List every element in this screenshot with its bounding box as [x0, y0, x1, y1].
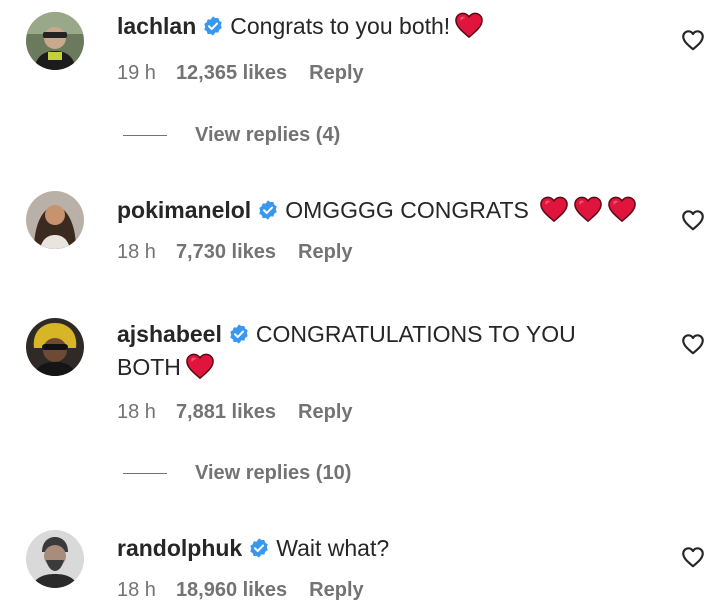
- view-replies-button[interactable]: View replies (10): [123, 462, 351, 485]
- verified-badge-icon: [248, 537, 270, 559]
- like-heart-icon[interactable]: [680, 544, 706, 570]
- verified-badge-icon: [202, 15, 224, 37]
- reply-button[interactable]: Reply: [309, 62, 363, 85]
- username[interactable]: pokimanelol: [117, 197, 251, 223]
- view-replies-label[interactable]: View replies (10): [195, 462, 351, 484]
- like-heart-icon[interactable]: [680, 27, 706, 53]
- comment-text-line-2: BOTH: [117, 354, 181, 380]
- red-heart-emoji-icon: [454, 11, 484, 39]
- reply-button[interactable]: Reply: [309, 579, 363, 602]
- reply-button[interactable]: Reply: [298, 241, 352, 264]
- username[interactable]: ajshabeel: [117, 321, 222, 347]
- timestamp: 18 h: [117, 401, 156, 423]
- verified-badge-icon: [257, 199, 279, 221]
- like-heart-icon[interactable]: [680, 207, 706, 233]
- timestamp: 19 h: [117, 62, 156, 84]
- likes-count[interactable]: 7,881 likes: [176, 401, 276, 424]
- view-replies-label[interactable]: View replies (4): [195, 124, 340, 146]
- divider: [123, 473, 167, 475]
- red-heart-emoji-icon: [185, 352, 215, 380]
- comment-text: OMGGGG CONGRATS: [285, 197, 529, 223]
- avatar[interactable]: [26, 530, 84, 588]
- red-heart-emoji-icon: [539, 195, 569, 223]
- avatar-pokimanelol-image: [26, 191, 84, 249]
- comment-text: Congrats to you both!: [230, 13, 451, 39]
- view-replies-button[interactable]: View replies (4): [123, 124, 340, 147]
- like-heart-icon[interactable]: [680, 331, 706, 357]
- timestamp: 18 h: [117, 241, 156, 263]
- avatar-ajshabeel-image: [26, 318, 84, 376]
- likes-count[interactable]: 7,730 likes: [176, 241, 276, 264]
- verified-badge-icon: [228, 323, 250, 345]
- avatar-lachlan-image: [26, 12, 84, 70]
- red-heart-emoji-icon: [607, 195, 637, 223]
- likes-count[interactable]: 18,960 likes: [176, 579, 287, 602]
- reply-button[interactable]: Reply: [298, 401, 352, 424]
- avatar-randolphuk-image: [26, 530, 84, 588]
- username[interactable]: lachlan: [117, 13, 196, 39]
- comment-text-line-1: CONGRATULATIONS TO YOU: [255, 321, 576, 347]
- divider: [123, 135, 167, 137]
- avatar[interactable]: [26, 12, 84, 70]
- likes-count[interactable]: 12,365 likes: [176, 62, 287, 85]
- avatar[interactable]: [26, 318, 84, 376]
- username[interactable]: randolphuk: [117, 535, 242, 561]
- red-heart-emoji-icon: [573, 195, 603, 223]
- avatar[interactable]: [26, 191, 84, 249]
- timestamp: 18 h: [117, 579, 156, 601]
- comment-text: Wait what?: [276, 535, 390, 561]
